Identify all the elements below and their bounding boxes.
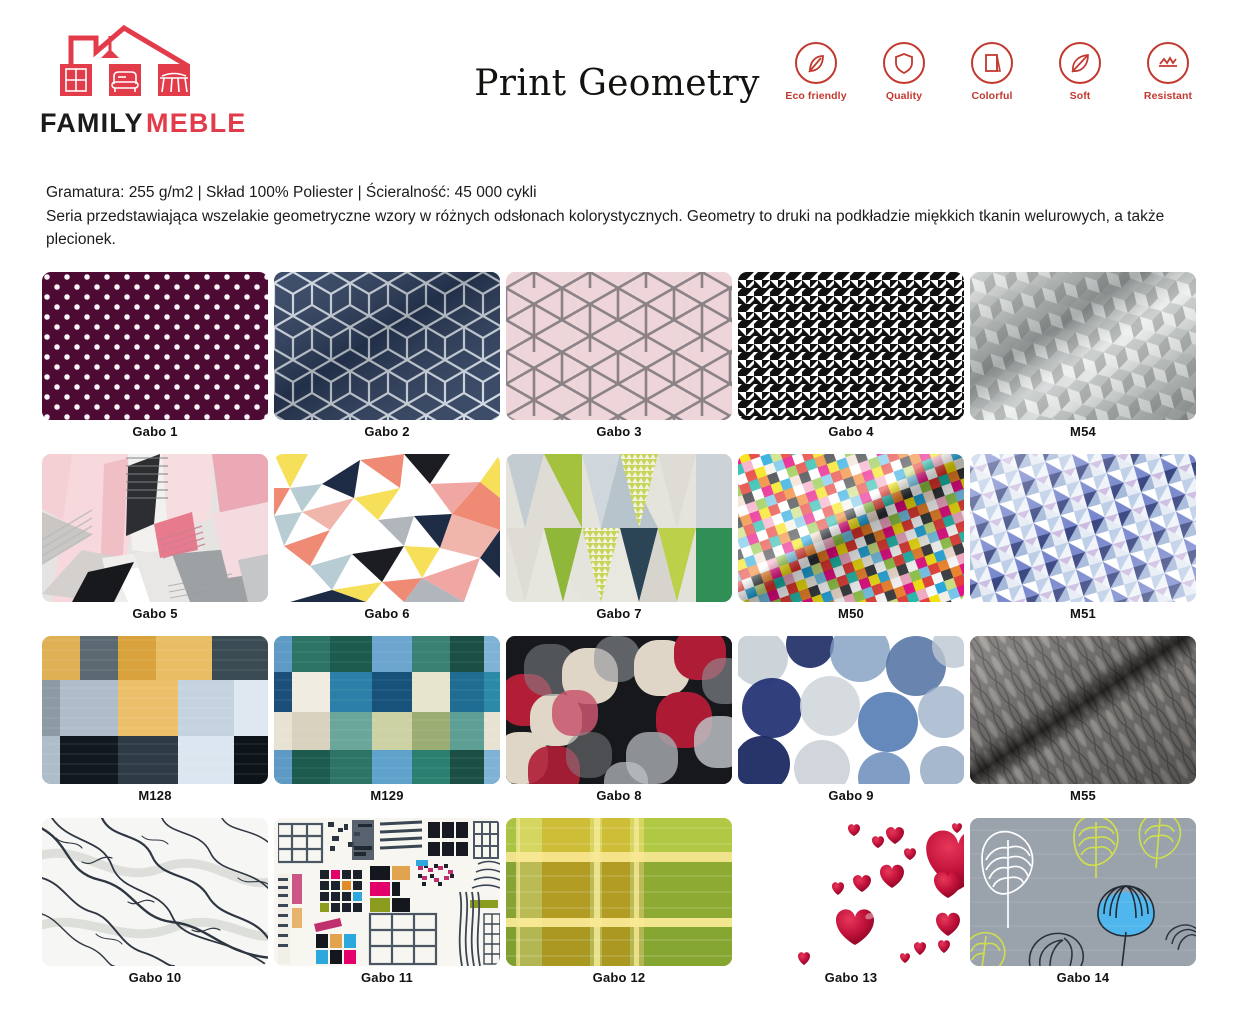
- swatch-cell[interactable]: M54: [970, 272, 1196, 454]
- feature-label: Quality: [885, 90, 923, 102]
- intro-text: Gramatura: 255 g/m2 | Skład 100% Poliest…: [46, 182, 1176, 251]
- feature-label: Eco friendly: [785, 90, 847, 102]
- swatch-cell[interactable]: Gabo 4: [738, 272, 964, 454]
- swatch-image-gabo-6[interactable]: [274, 454, 500, 602]
- swatch-cell[interactable]: Gabo 12: [506, 818, 732, 1000]
- colorful-icon: [971, 42, 1013, 84]
- swatch-image-m50[interactable]: [738, 454, 964, 602]
- swatch-cell[interactable]: M51: [970, 454, 1196, 636]
- swatch-cell[interactable]: Gabo 7: [506, 454, 732, 636]
- swatch-cell[interactable]: M129: [274, 636, 500, 818]
- swatch-label: Gabo 7: [596, 606, 642, 621]
- leaf-icon: [795, 42, 837, 84]
- brand-name-meble: MEBLE: [146, 108, 247, 138]
- swatch-cell[interactable]: Gabo 9: [738, 636, 964, 818]
- swatch-label: Gabo 3: [596, 424, 642, 439]
- swatch-image-gabo-8[interactable]: [506, 636, 732, 784]
- swatch-label: Gabo 10: [128, 970, 182, 985]
- swatch-label: Gabo 5: [132, 606, 178, 621]
- swatch-image-gabo-2[interactable]: [274, 272, 500, 420]
- swatch-label: Gabo 13: [824, 970, 878, 985]
- abrasion-icon: [1147, 42, 1189, 84]
- swatch-label: Gabo 11: [361, 970, 413, 985]
- catalog-page: FAMILY MEBLE Print Geometry Eco friendly: [0, 0, 1234, 1024]
- swatch-cell[interactable]: Gabo 3: [506, 272, 732, 454]
- feature-resistant: Resistant: [1136, 42, 1200, 102]
- swatch-label: Gabo 4: [828, 424, 874, 439]
- swatch-image-gabo-13[interactable]: [738, 818, 964, 966]
- feature-eco-friendly: Eco friendly: [784, 42, 848, 102]
- swatch-grid: Gabo 1 Gabo 2 Gabo 3 Gabo 4 M54 Gabo 5 G…: [42, 272, 1202, 1000]
- swatch-image-gabo-9[interactable]: [738, 636, 964, 784]
- swatch-cell[interactable]: M55: [970, 636, 1196, 818]
- swatch-label: M128: [138, 788, 172, 803]
- swatch-label: Gabo 9: [828, 788, 874, 803]
- swatch-image-gabo-7[interactable]: [506, 454, 732, 602]
- swatch-label: M54: [1070, 424, 1096, 439]
- swatch-image-gabo-1[interactable]: [42, 272, 268, 420]
- series-description: Seria przedstawiająca wszelakie geometry…: [46, 208, 1165, 248]
- swatch-label: Gabo 12: [592, 970, 646, 985]
- swatch-cell[interactable]: Gabo 1: [42, 272, 268, 454]
- swatch-image-m129[interactable]: [274, 636, 500, 784]
- swatch-image-gabo-5[interactable]: [42, 454, 268, 602]
- swatch-label: M50: [838, 606, 864, 621]
- swatch-label: Gabo 8: [596, 788, 642, 803]
- swatch-image-gabo-12[interactable]: [506, 818, 732, 966]
- fabric-specs: Gramatura: 255 g/m2 | Skład 100% Poliest…: [46, 184, 537, 201]
- feature-soft: Soft: [1048, 42, 1112, 102]
- swatch-cell[interactable]: Gabo 11: [274, 818, 500, 1000]
- swatch-cell[interactable]: Gabo 10: [42, 818, 268, 1000]
- swatch-cell[interactable]: Gabo 2: [274, 272, 500, 454]
- swatch-label: M129: [370, 788, 404, 803]
- swatch-image-gabo-3[interactable]: [506, 272, 732, 420]
- feature-label: Resistant: [1143, 90, 1193, 102]
- swatch-cell[interactable]: M50: [738, 454, 964, 636]
- swatch-cell[interactable]: Gabo 14: [970, 818, 1196, 1000]
- feature-label: Soft: [1069, 90, 1091, 102]
- swatch-image-gabo-10[interactable]: [42, 818, 268, 966]
- swatch-image-gabo-11[interactable]: [274, 818, 500, 966]
- swatch-cell[interactable]: Gabo 6: [274, 454, 500, 636]
- swatch-label: Gabo 2: [364, 424, 410, 439]
- page-header: FAMILY MEBLE Print Geometry Eco friendly: [0, 0, 1234, 155]
- feature-label: Colorful: [971, 90, 1013, 102]
- swatch-image-gabo-4[interactable]: [738, 272, 964, 420]
- swatch-cell[interactable]: M128: [42, 636, 268, 818]
- swatch-cell[interactable]: Gabo 8: [506, 636, 732, 818]
- brand-name-family: FAMILY: [40, 108, 144, 138]
- swatch-cell[interactable]: Gabo 5: [42, 454, 268, 636]
- swatch-cell[interactable]: Gabo 13: [738, 818, 964, 1000]
- swatch-label: M51: [1070, 606, 1096, 621]
- feature-badges: Eco friendly Quality Colorful Soft Resis…: [784, 42, 1200, 102]
- swatch-image-m55[interactable]: [970, 636, 1196, 784]
- feather-icon: [1059, 42, 1101, 84]
- feature-quality: Quality: [872, 42, 936, 102]
- swatch-label: M55: [1070, 788, 1096, 803]
- swatch-label: Gabo 14: [1056, 970, 1110, 985]
- feature-colorful: Colorful: [960, 42, 1024, 102]
- swatch-image-m51[interactable]: [970, 454, 1196, 602]
- shield-icon: [883, 42, 925, 84]
- swatch-label: Gabo 6: [364, 606, 410, 621]
- swatch-image-gabo-14[interactable]: [970, 818, 1196, 966]
- swatch-image-m128[interactable]: [42, 636, 268, 784]
- swatch-image-m54[interactable]: [970, 272, 1196, 420]
- swatch-label: Gabo 1: [132, 424, 178, 439]
